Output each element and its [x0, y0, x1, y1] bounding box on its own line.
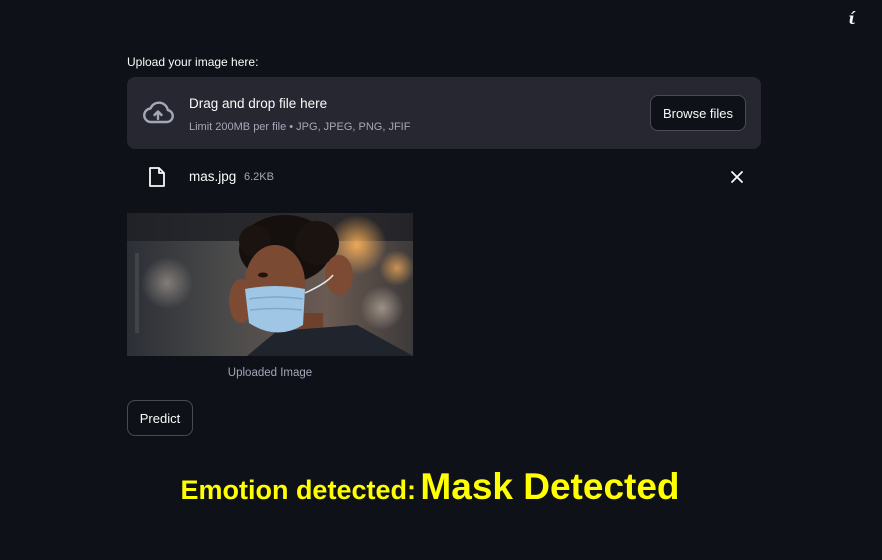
- cloud-upload-icon: [143, 101, 174, 124]
- uploaded-image: [127, 213, 413, 356]
- dropzone-limit-text: Limit 200MB per file • JPG, JPEG, PNG, J…: [189, 121, 411, 133]
- file-size: 6.2KB: [244, 171, 274, 183]
- prediction-result: Emotion detected: Mask Detected: [0, 466, 860, 508]
- uploaded-file-row: mas.jpg 6.2KB: [127, 163, 761, 191]
- dropzone-title: Drag and drop file here: [189, 96, 328, 111]
- main-menu-button[interactable]: ί: [843, 8, 861, 28]
- info-icon: ί: [848, 8, 856, 28]
- image-caption: Uploaded Image: [227, 367, 313, 379]
- remove-file-button[interactable]: [729, 169, 745, 185]
- file-dropzone[interactable]: Drag and drop file here Limit 200MB per …: [127, 77, 761, 149]
- file-name: mas.jpg: [189, 169, 237, 184]
- predict-button[interactable]: Predict: [127, 400, 193, 436]
- result-value: Mask Detected: [420, 466, 680, 507]
- browse-files-button[interactable]: Browse files: [650, 95, 746, 131]
- upload-label: Upload your image here:: [127, 55, 259, 69]
- file-icon: [149, 167, 165, 187]
- result-prefix: Emotion detected:: [180, 475, 416, 505]
- uploaded-image-graphic: [127, 213, 413, 356]
